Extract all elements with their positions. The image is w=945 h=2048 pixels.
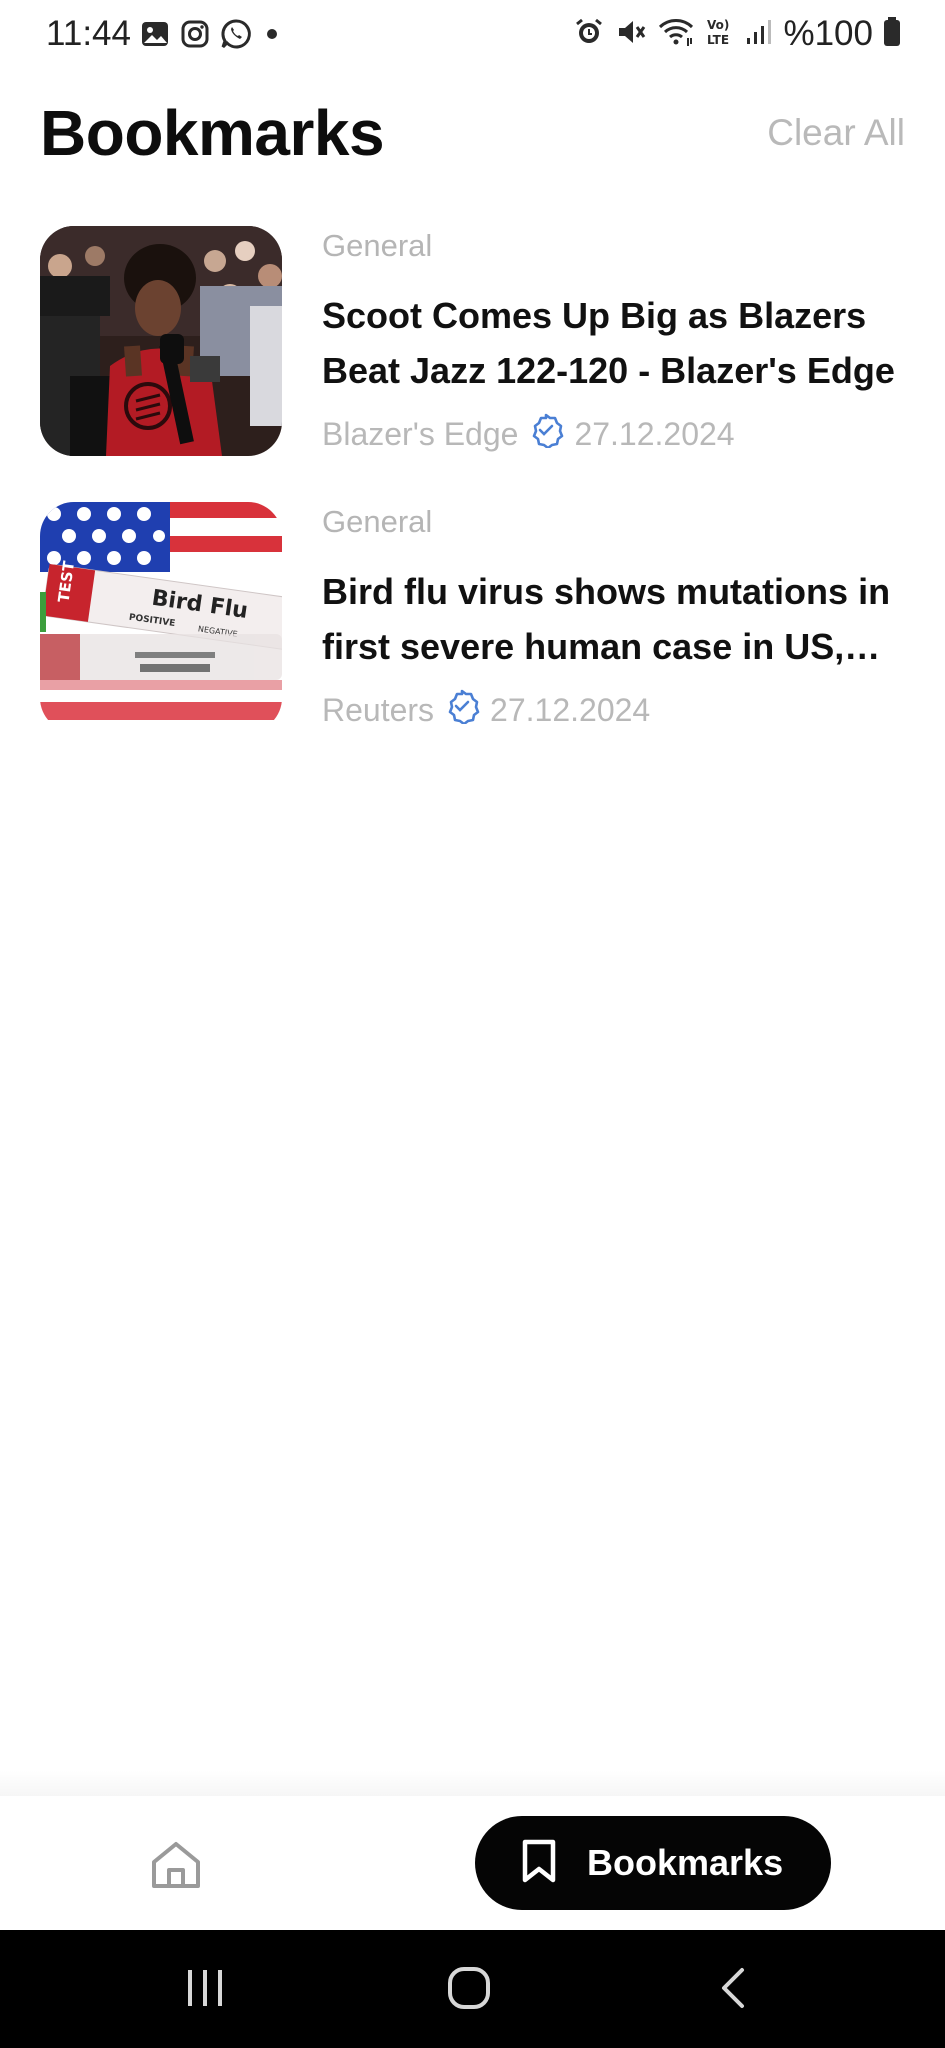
whatsapp-icon — [220, 18, 252, 55]
dot-icon — [262, 19, 282, 54]
article-headline[interactable]: Scoot Comes Up Big as Blazers Beat Jazz … — [322, 288, 907, 398]
battery-percent: %100 — [783, 14, 873, 53]
instagram-icon — [180, 19, 210, 54]
article-thumbnail[interactable]: TEST Bird Flu POSITIVE NEGATIVE — [40, 502, 282, 732]
svg-text:LTE: LTE — [707, 33, 729, 47]
notification-icons — [140, 18, 282, 55]
status-time: 11:44 — [46, 14, 131, 53]
home-icon — [150, 1840, 202, 1895]
signal-icon — [745, 16, 773, 53]
page-title: Bookmarks — [40, 97, 385, 169]
article-date: 27.12.2024 — [574, 415, 735, 452]
nav-home-button[interactable] — [150, 1840, 210, 1894]
article-category: General — [322, 504, 433, 539]
system-navigation-bar — [0, 1930, 945, 2048]
status-bar: 11:44 Vo) LTE %100 — [0, 0, 945, 72]
battery-icon — [883, 16, 901, 53]
article-source: Blazer's Edge — [322, 415, 519, 452]
alarm-icon — [573, 16, 605, 53]
article-category: General — [322, 228, 433, 263]
article-date: 27.12.2024 — [490, 691, 651, 728]
nav-bookmarks-label: Bookmarks — [587, 1842, 784, 1883]
article-source: Reuters — [322, 691, 435, 728]
article-meta: Blazer's Edge 27.12.2024 — [322, 412, 735, 456]
home-circle-icon[interactable] — [447, 1966, 491, 2015]
gallery-icon — [140, 19, 170, 54]
article-meta: Reuters 27.12.2024 — [322, 688, 650, 732]
bottom-nav: Bookmarks — [0, 1796, 945, 1930]
article-headline[interactable]: Bird flu virus shows mutations in first … — [322, 564, 907, 674]
verified-icon — [444, 688, 480, 732]
wifi-icon — [657, 16, 695, 53]
clear-all-button[interactable]: Clear All — [767, 112, 905, 154]
mute-icon — [615, 16, 647, 53]
article-thumbnail[interactable] — [40, 226, 282, 456]
bookmark-article[interactable]: General Scoot Comes Up Big as Blazers Be… — [40, 226, 905, 458]
verified-icon — [528, 412, 564, 456]
back-icon[interactable] — [718, 1966, 748, 2015]
volte-icon: Vo) LTE — [705, 16, 735, 53]
nav-bookmarks-button[interactable]: Bookmarks — [475, 1816, 831, 1910]
bookmark-icon — [519, 1838, 559, 1889]
recents-icon[interactable] — [184, 1966, 226, 2015]
system-status-icons: Vo) LTE %100 — [573, 14, 901, 54]
bottom-nav-shadow — [0, 1770, 945, 1796]
svg-text:Vo): Vo) — [707, 18, 729, 32]
bookmark-article[interactable]: TEST Bird Flu POSITIVE NEGATIVE General … — [40, 502, 905, 734]
